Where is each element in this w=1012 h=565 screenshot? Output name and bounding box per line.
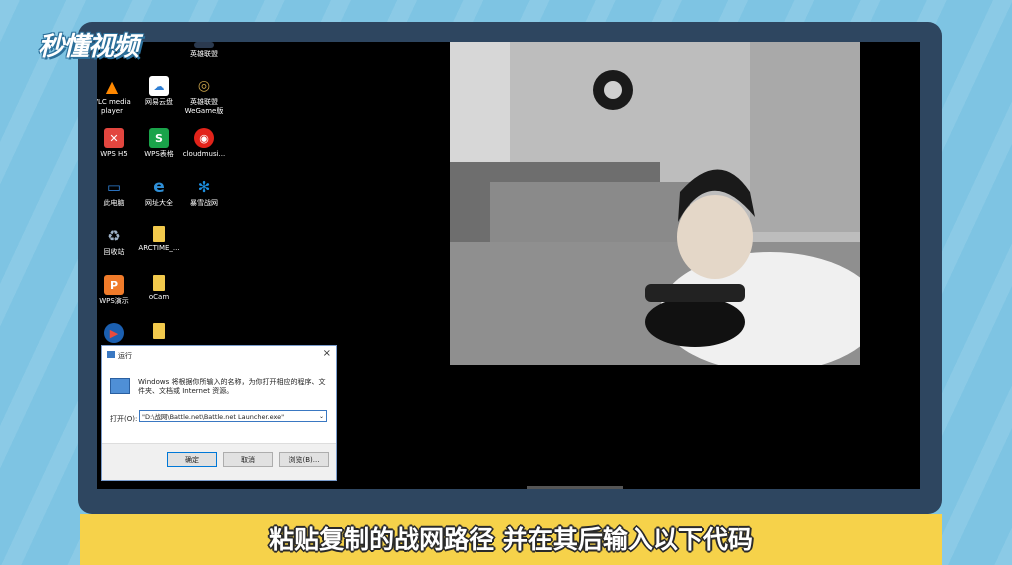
wps-presentation-icon: P xyxy=(104,275,124,295)
desktop-icon-label: 英雄联盟 WeGame版 xyxy=(184,98,224,115)
subtitle-caption: 粘贴复制的战网路径 并在其后输入以下代码 xyxy=(80,514,942,565)
wegame-lol-icon: ◎ xyxy=(197,77,211,94)
folder-icon xyxy=(153,226,165,242)
desktop-icon-label: ARCTIME_... xyxy=(138,244,180,252)
run-command-input[interactable]: "D:\战网\Battle.net\Battle.net Launcher.ex… xyxy=(139,410,327,422)
player-icon: ▶ xyxy=(104,323,124,343)
run-program-icon xyxy=(110,378,130,394)
wps-h5-icon: ✕ xyxy=(104,128,124,148)
battlenet-icon: ✻ xyxy=(197,177,211,196)
open-label: 打开(O): xyxy=(110,415,138,423)
cloudmusic-icon: ◉ xyxy=(194,128,214,148)
desktop-icon-label: 暴雪战网 xyxy=(190,199,218,207)
chevron-down-icon[interactable]: ⌄ xyxy=(319,411,324,421)
desktop-icon-label: cloudmusi... xyxy=(182,150,226,158)
ie-browser-icon: e xyxy=(153,176,165,197)
cancel-button[interactable]: 取消 xyxy=(223,452,273,467)
league-of-legends-icon xyxy=(194,42,214,48)
recycle-bin-icon: ♻ xyxy=(107,226,121,245)
desktop-icon-label: oCam xyxy=(148,293,170,301)
ok-button[interactable]: 确定 xyxy=(167,452,217,467)
this-pc-icon: ▭ xyxy=(106,177,122,196)
desktop-icon-label: 英雄联盟 xyxy=(190,50,218,58)
netease-cloud-disk-icon: ☁ xyxy=(149,76,169,96)
desktop-icon-wegame[interactable]: ◎ 英雄联盟 WeGame版 xyxy=(175,76,233,116)
desktop-icon-battlenet[interactable]: ✻ 暴雪战网 xyxy=(175,177,233,208)
run-dialog-title: 运行 xyxy=(118,352,132,360)
wallpaper-photo-art xyxy=(450,42,860,365)
brand-logo: 秒懂视频 xyxy=(38,32,139,62)
folder-icon xyxy=(153,323,165,339)
scrollbar[interactable] xyxy=(527,486,623,489)
wallpaper-photo xyxy=(450,42,860,365)
run-description: Windows 将根据你所输入的名称，为你打开相应的程序、文件夹、文档或 Int… xyxy=(138,378,326,395)
close-icon[interactable]: × xyxy=(323,348,331,359)
desktop-icon-arctime[interactable]: ARCTIME_... xyxy=(130,226,188,253)
desktop-icon-ocam[interactable]: oCam xyxy=(130,275,188,302)
desktop-icon-folder[interactable] xyxy=(130,323,188,341)
desktop-icon-lol[interactable]: 英雄联盟 xyxy=(175,42,233,59)
run-icon xyxy=(107,351,115,358)
run-command-value: "D:\战网\Battle.net\Battle.net Launcher.ex… xyxy=(142,413,285,421)
browse-button[interactable]: 浏览(B)... xyxy=(279,452,329,467)
wps-sheet-icon: S xyxy=(149,128,169,148)
vlc-icon: ▲ xyxy=(105,76,119,96)
folder-icon xyxy=(153,275,165,291)
run-dialog: 运行 × Windows 将根据你所输入的名称，为你打开相应的程序、文件夹、文档… xyxy=(101,345,337,481)
desktop-icon-cloudmusic[interactable]: ◉ cloudmusi... xyxy=(175,128,233,159)
